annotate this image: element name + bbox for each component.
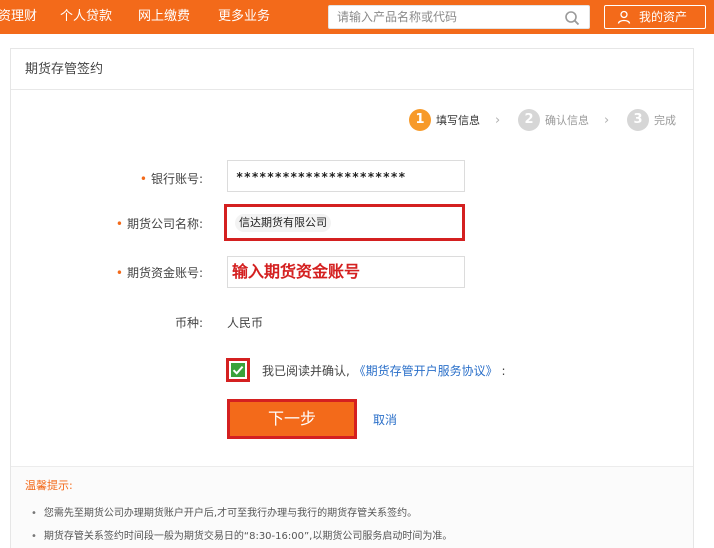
tip-item: 期货存管关系签约时间段一般为期货交易日的“8:30-16:00”,以期货公司服务…	[31, 527, 452, 542]
nav-item-wealth[interactable]: 资理财	[0, 0, 37, 34]
bank-account-label: • 银行账号:	[3, 170, 203, 187]
chevron-right-icon: ›	[495, 113, 501, 128]
my-assets-label: 我的资产	[639, 10, 688, 24]
agree-prefix: 我已阅读并确认,	[262, 364, 350, 378]
currency-value: 人民币	[227, 316, 264, 330]
step-number: 3	[627, 109, 649, 131]
search-box	[328, 5, 590, 29]
agreement-text: 我已阅读并确认, 《期货存管开户服务协议》 :	[262, 362, 506, 379]
agreement-link[interactable]: 《期货存管开户服务协议》	[354, 364, 498, 378]
agree-suffix: :	[501, 364, 506, 378]
bank-account-value: **********************	[236, 170, 406, 184]
chevron-right-icon: ›	[604, 113, 610, 128]
agree-checkbox[interactable]	[226, 358, 250, 382]
search-icon[interactable]	[564, 10, 580, 26]
tips-section: 温馨提示: 您需先至期货公司办理期货账户开户后,才可至我行办理与我行的期货存管关…	[11, 466, 693, 548]
my-assets-button[interactable]: 我的资产	[604, 5, 706, 29]
step-label: 填写信息	[436, 114, 480, 127]
top-nav-bar: 资理财 个人贷款 网上缴费 更多业务 我的资产	[0, 0, 714, 34]
search-input[interactable]	[337, 8, 557, 26]
company-name-select[interactable]: 信达期货有限公司	[227, 207, 459, 238]
fund-account-value: 输入期货资金账号	[232, 262, 361, 281]
step-number: 1	[409, 109, 431, 131]
nav-item-more-services[interactable]: 更多业务	[218, 0, 270, 34]
tip-item: 您需先至期货公司办理期货账户开户后,才可至我行办理与我行的期货存管关系签约。	[31, 504, 417, 519]
bank-account-label-text: 银行账号:	[150, 172, 203, 186]
bank-account-field[interactable]: **********************	[227, 160, 465, 192]
step-label: 完成	[654, 114, 676, 127]
required-mark: •	[115, 266, 123, 280]
nav-item-personal-loan[interactable]: 个人贷款	[60, 0, 112, 34]
page-title: 期货存管签约	[11, 49, 693, 90]
company-name-value: 信达期货有限公司	[235, 214, 331, 232]
company-name-label-text: 期货公司名称:	[126, 217, 203, 231]
checkmark-icon	[232, 365, 244, 375]
nav-item-online-payment[interactable]: 网上缴费	[138, 0, 190, 34]
step-number: 2	[518, 109, 540, 131]
futures-signing-panel: 期货存管签约 1 填写信息 › 2 确认信息 › 3 完成 • 银行账号: ***…	[10, 48, 694, 548]
fund-account-label-text: 期货资金账号:	[126, 266, 203, 280]
currency-label: 币种:	[174, 316, 203, 330]
step-label: 确认信息	[545, 114, 589, 127]
tips-title: 温馨提示:	[25, 479, 73, 492]
next-step-button[interactable]: 下一步	[227, 399, 357, 439]
required-mark: •	[115, 217, 123, 231]
cancel-link[interactable]: 取消	[373, 411, 397, 428]
user-icon	[617, 10, 631, 24]
fund-account-label: • 期货资金账号:	[3, 264, 203, 281]
fund-account-input[interactable]: 输入期货资金账号	[227, 256, 465, 288]
company-name-label: • 期货公司名称:	[3, 215, 203, 232]
required-mark: •	[139, 172, 147, 186]
